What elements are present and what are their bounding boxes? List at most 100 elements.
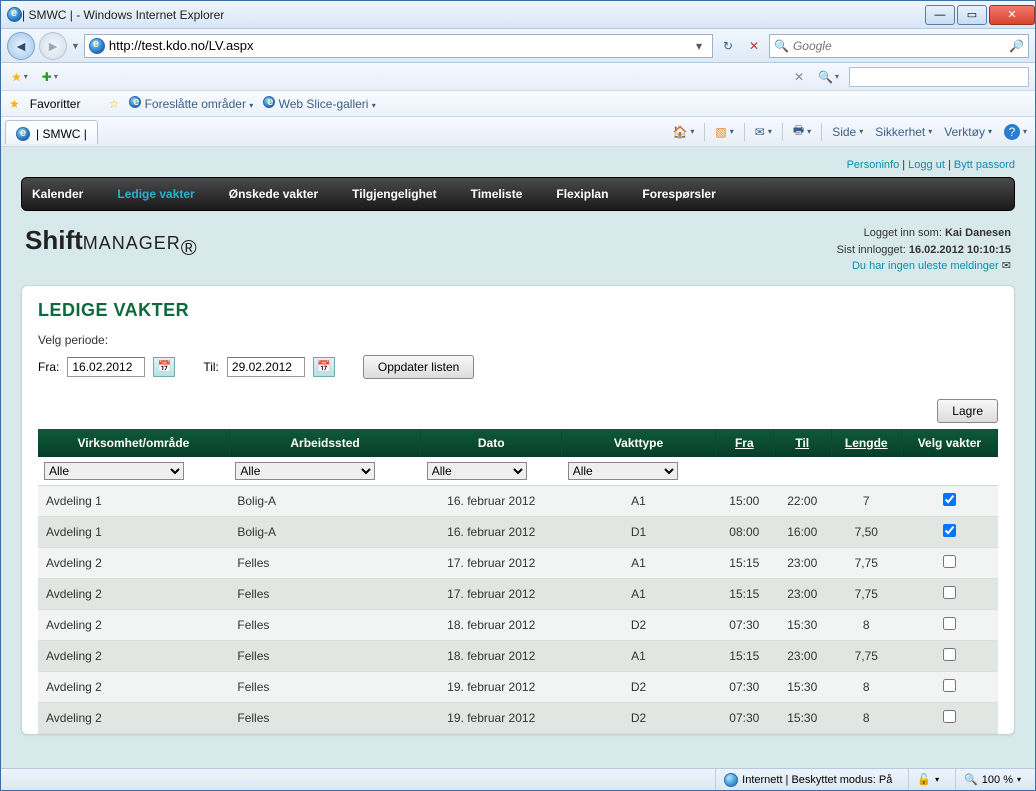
- status-protected-toggle[interactable]: 🔓▾: [908, 769, 947, 790]
- cell-dato: 16. februar 2012: [421, 485, 562, 516]
- update-list-button[interactable]: Oppdater listen: [363, 355, 474, 379]
- nav-tilgjengelighet[interactable]: Tilgjengelighet: [352, 187, 436, 201]
- select-shift-checkbox[interactable]: [943, 493, 956, 506]
- stop-button[interactable]: ✕: [743, 35, 765, 57]
- cell-virksomhet: Avdeling 1: [38, 485, 229, 516]
- minimize-button[interactable]: —: [925, 5, 955, 25]
- feeds-button[interactable]: ▧▾: [711, 123, 737, 141]
- cell-vakttype: D1: [562, 516, 716, 547]
- address-bar[interactable]: ▾: [84, 34, 713, 58]
- cell-virksomhet: Avdeling 2: [38, 640, 229, 671]
- to-calendar-icon[interactable]: 📅: [313, 357, 335, 377]
- status-zoom[interactable]: 🔍 100 % ▾: [955, 769, 1029, 790]
- filter-vakttype[interactable]: Alle: [568, 462, 678, 480]
- close-button[interactable]: ✕: [989, 5, 1035, 25]
- save-button[interactable]: Lagre: [937, 399, 998, 423]
- back-button[interactable]: ◄: [7, 32, 35, 60]
- suggested-sites-link[interactable]: Foreslåtte områder ▾: [129, 96, 253, 111]
- star-icon: ★: [9, 97, 20, 111]
- select-shift-checkbox[interactable]: [943, 617, 956, 630]
- col-til[interactable]: Til: [773, 429, 831, 457]
- shifts-table: Virksomhet/område Arbeidssted Dato Vaktt…: [38, 429, 998, 734]
- nav-flexiplan[interactable]: Flexiplan: [556, 187, 608, 201]
- add-to-favorites-button[interactable]: ✚▾: [38, 68, 62, 86]
- to-date-input[interactable]: [227, 357, 305, 377]
- col-vakttype[interactable]: Vakttype: [562, 429, 716, 457]
- nav-foresporsel[interactable]: Forespørsler: [642, 187, 715, 201]
- cell-virksomhet: Avdeling 2: [38, 702, 229, 733]
- browser-search-box[interactable]: 🔍 🔎: [769, 34, 1029, 58]
- cell-fra: 15:15: [715, 578, 773, 609]
- col-dato[interactable]: Dato: [421, 429, 562, 457]
- cell-til: 23:00: [773, 547, 831, 578]
- cell-dato: 16. februar 2012: [421, 516, 562, 547]
- cell-dato: 19. februar 2012: [421, 702, 562, 733]
- col-lengde[interactable]: Lengde: [831, 429, 901, 457]
- select-shift-checkbox[interactable]: [943, 648, 956, 661]
- select-shift-checkbox[interactable]: [943, 524, 956, 537]
- mail-button[interactable]: ✉▾: [751, 123, 776, 141]
- search-go-icon[interactable]: 🔎: [1009, 39, 1024, 53]
- cell-dato: 17. februar 2012: [421, 547, 562, 578]
- cell-dato: 18. februar 2012: [421, 640, 562, 671]
- select-shift-checkbox[interactable]: [943, 555, 956, 568]
- cell-vakttype: A1: [562, 640, 716, 671]
- cell-arbeidssted: Felles: [229, 640, 420, 671]
- web-slice-link[interactable]: Web Slice-galleri ▾: [263, 96, 376, 111]
- unread-messages-link[interactable]: Du har ingen uleste meldinger: [852, 260, 999, 272]
- status-zone: Internett | Beskyttet modus: På: [715, 769, 900, 790]
- to-label: Til:: [203, 360, 219, 374]
- col-fra[interactable]: Fra: [715, 429, 773, 457]
- page-menu[interactable]: Side ▾: [828, 123, 867, 141]
- print-button[interactable]: 🖶▾: [789, 119, 815, 144]
- cell-lengde: 7,75: [831, 547, 901, 578]
- browser-search-input[interactable]: [793, 39, 1009, 53]
- favorites-center-button[interactable]: ★▾: [7, 68, 32, 86]
- home-button[interactable]: 🏠▾: [668, 123, 698, 141]
- toolbar-close-button[interactable]: ✕: [790, 68, 808, 86]
- col-velg[interactable]: Velg vakter: [901, 429, 997, 457]
- cell-dato: 19. februar 2012: [421, 671, 562, 702]
- tab-title: | SMWC |: [36, 127, 87, 141]
- select-shift-checkbox[interactable]: [943, 679, 956, 692]
- address-input[interactable]: [109, 38, 690, 53]
- tools-menu[interactable]: Verktøy ▾: [940, 123, 996, 141]
- cell-arbeidssted: Bolig-A: [229, 516, 420, 547]
- address-dropdown-icon[interactable]: ▾: [690, 39, 708, 53]
- cell-virksomhet: Avdeling 2: [38, 578, 229, 609]
- help-button[interactable]: ?▾: [1000, 122, 1031, 142]
- nav-onskede-vakter[interactable]: Ønskede vakter: [229, 187, 318, 201]
- select-shift-checkbox[interactable]: [943, 586, 956, 599]
- refresh-button[interactable]: ↻: [717, 35, 739, 57]
- browser-tab[interactable]: | SMWC |: [5, 120, 98, 144]
- cell-lengde: 8: [831, 609, 901, 640]
- personinfo-link[interactable]: Personinfo: [847, 159, 900, 171]
- maximize-button[interactable]: ▭: [957, 5, 987, 25]
- period-label: Velg periode:: [38, 333, 998, 347]
- nav-kalender[interactable]: Kalender: [32, 187, 83, 201]
- table-row: Avdeling 1Bolig-A16. februar 2012A115:00…: [38, 485, 998, 516]
- cell-arbeidssted: Felles: [229, 702, 420, 733]
- cell-til: 23:00: [773, 578, 831, 609]
- col-arbeidssted[interactable]: Arbeidssted: [229, 429, 420, 457]
- change-password-link[interactable]: Bytt passord: [954, 159, 1015, 171]
- cell-fra: 15:15: [715, 640, 773, 671]
- safety-menu[interactable]: Sikkerhet ▾: [871, 123, 936, 141]
- nav-ledige-vakter[interactable]: Ledige vakter: [117, 187, 194, 201]
- col-virksomhet[interactable]: Virksomhet/område: [38, 429, 229, 457]
- logout-link[interactable]: Logg ut: [908, 159, 945, 171]
- toolbar-search-icon[interactable]: 🔍▾: [814, 68, 843, 86]
- cell-lengde: 8: [831, 702, 901, 733]
- cell-dato: 18. februar 2012: [421, 609, 562, 640]
- forward-button[interactable]: ►: [39, 32, 67, 60]
- filter-arbeidssted[interactable]: Alle: [235, 462, 375, 480]
- history-dropdown-icon[interactable]: ▼: [71, 41, 80, 51]
- nav-timeliste[interactable]: Timeliste: [471, 187, 523, 201]
- cell-til: 16:00: [773, 516, 831, 547]
- toolbar-search-input[interactable]: [849, 67, 1029, 87]
- filter-virksomhet[interactable]: Alle: [44, 462, 184, 480]
- select-shift-checkbox[interactable]: [943, 710, 956, 723]
- from-calendar-icon[interactable]: 📅: [153, 357, 175, 377]
- from-date-input[interactable]: [67, 357, 145, 377]
- filter-dato[interactable]: Alle: [427, 462, 527, 480]
